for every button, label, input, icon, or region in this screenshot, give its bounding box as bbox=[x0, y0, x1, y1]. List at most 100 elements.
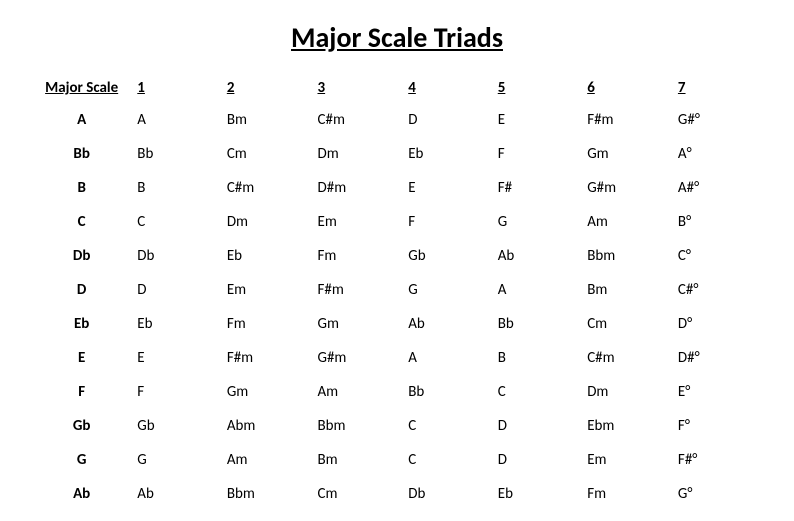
table-row: AABmC#mDEF#mG#° bbox=[30, 103, 764, 137]
scale-cell: Db bbox=[30, 239, 133, 273]
scale-cell: Gb bbox=[30, 409, 133, 443]
triad-cell: G#m bbox=[314, 341, 405, 375]
triad-cell: E bbox=[404, 171, 494, 205]
scale-cell: G bbox=[30, 443, 133, 477]
triad-cell: Eb bbox=[223, 239, 314, 273]
header-degree-3: 3 bbox=[314, 73, 405, 103]
triad-cell: Ab bbox=[404, 307, 494, 341]
triad-cell: Db bbox=[133, 239, 223, 273]
triad-cell: F#m bbox=[314, 273, 405, 307]
table-body: AABmC#mDEF#mG#°BbBbCmDmEbFGmA°BBC#mD#mEF… bbox=[30, 103, 764, 511]
triad-cell: Bm bbox=[314, 443, 405, 477]
triad-cell: D#° bbox=[674, 341, 764, 375]
scale-cell: E bbox=[30, 341, 133, 375]
triad-cell: Bbm bbox=[583, 239, 674, 273]
triad-cell: A° bbox=[674, 137, 764, 171]
triad-cell: F#m bbox=[583, 103, 674, 137]
triad-cell: G#° bbox=[674, 103, 764, 137]
triad-cell: F bbox=[494, 137, 583, 171]
triad-cell: F bbox=[404, 205, 494, 239]
scale-cell: Ab bbox=[30, 477, 133, 511]
table-row: CCDmEmFGAmB° bbox=[30, 205, 764, 239]
triad-cell: C bbox=[133, 205, 223, 239]
triad-cell: B° bbox=[674, 205, 764, 239]
header-degree-2: 2 bbox=[223, 73, 314, 103]
triad-cell: Bb bbox=[494, 307, 583, 341]
header-degree-4: 4 bbox=[404, 73, 494, 103]
triad-cell: Bbm bbox=[314, 409, 405, 443]
triad-cell: C bbox=[404, 409, 494, 443]
triad-cell: E bbox=[133, 341, 223, 375]
triad-cell: E bbox=[494, 103, 583, 137]
triad-cell: Bb bbox=[404, 375, 494, 409]
triad-cell: Dm bbox=[314, 137, 405, 171]
triad-cell: D bbox=[494, 409, 583, 443]
triad-cell: Am bbox=[314, 375, 405, 409]
triad-cell: Eb bbox=[404, 137, 494, 171]
table-row: DDEmF#mGABmC#° bbox=[30, 273, 764, 307]
triad-cell: B bbox=[494, 341, 583, 375]
header-degree-1: 1 bbox=[133, 73, 223, 103]
triad-cell: G bbox=[133, 443, 223, 477]
table-row: GbGbAbmBbmCDEbmF° bbox=[30, 409, 764, 443]
table-row: DbDbEbFmGbAbBbmC° bbox=[30, 239, 764, 273]
triad-cell: Em bbox=[223, 273, 314, 307]
triad-cell: Am bbox=[223, 443, 314, 477]
triad-cell: D bbox=[404, 103, 494, 137]
triad-cell: G bbox=[494, 205, 583, 239]
triad-cell: A bbox=[494, 273, 583, 307]
triad-cell: Gb bbox=[404, 239, 494, 273]
triad-cell: Bm bbox=[583, 273, 674, 307]
triad-cell: E° bbox=[674, 375, 764, 409]
triad-cell: Cm bbox=[223, 137, 314, 171]
triad-cell: Bb bbox=[133, 137, 223, 171]
triad-cell: F° bbox=[674, 409, 764, 443]
triad-cell: F#° bbox=[674, 443, 764, 477]
triad-cell: Abm bbox=[223, 409, 314, 443]
triad-cell: Gm bbox=[314, 307, 405, 341]
triad-cell: Fm bbox=[583, 477, 674, 511]
table-row: BbBbCmDmEbFGmA° bbox=[30, 137, 764, 171]
triad-cell: G bbox=[404, 273, 494, 307]
triad-cell: D bbox=[494, 443, 583, 477]
triad-cell: A#° bbox=[674, 171, 764, 205]
triad-cell: Dm bbox=[583, 375, 674, 409]
scale-cell: B bbox=[30, 171, 133, 205]
triad-cell: Cm bbox=[583, 307, 674, 341]
page-title: Major Scale Triads bbox=[30, 20, 764, 55]
triad-cell: F# bbox=[494, 171, 583, 205]
table-row: AbAbBbmCmDbEbFmG° bbox=[30, 477, 764, 511]
triad-cell: A bbox=[404, 341, 494, 375]
table-header-row: Major Scale 1 2 3 4 5 6 7 bbox=[30, 73, 764, 103]
triad-cell: G#m bbox=[583, 171, 674, 205]
triad-cell: Gm bbox=[223, 375, 314, 409]
triad-cell: Am bbox=[583, 205, 674, 239]
triad-cell: C° bbox=[674, 239, 764, 273]
triad-cell: C#m bbox=[223, 171, 314, 205]
scale-cell: C bbox=[30, 205, 133, 239]
triad-cell: G° bbox=[674, 477, 764, 511]
table-row: EbEbFmGmAbBbCmD° bbox=[30, 307, 764, 341]
triads-table: Major Scale 1 2 3 4 5 6 7 AABmC#mDEF#mG#… bbox=[30, 73, 764, 511]
scale-cell: D bbox=[30, 273, 133, 307]
header-degree-7: 7 bbox=[674, 73, 764, 103]
triad-cell: Db bbox=[404, 477, 494, 511]
header-scale: Major Scale bbox=[30, 73, 133, 103]
header-degree-6: 6 bbox=[583, 73, 674, 103]
triad-cell: Eb bbox=[133, 307, 223, 341]
triad-cell: Eb bbox=[494, 477, 583, 511]
table-row: EEF#mG#mABC#mD#° bbox=[30, 341, 764, 375]
table-row: FFGmAmBbCDmE° bbox=[30, 375, 764, 409]
triad-cell: D#m bbox=[314, 171, 405, 205]
triad-cell: Ab bbox=[494, 239, 583, 273]
table-row: BBC#mD#mEF#G#mA#° bbox=[30, 171, 764, 205]
triad-cell: Fm bbox=[223, 307, 314, 341]
triad-cell: Gb bbox=[133, 409, 223, 443]
triad-cell: C#m bbox=[583, 341, 674, 375]
triad-cell: A bbox=[133, 103, 223, 137]
triad-cell: F#m bbox=[223, 341, 314, 375]
header-degree-5: 5 bbox=[494, 73, 583, 103]
scale-cell: Eb bbox=[30, 307, 133, 341]
triad-cell: C bbox=[404, 443, 494, 477]
triad-cell: Fm bbox=[314, 239, 405, 273]
